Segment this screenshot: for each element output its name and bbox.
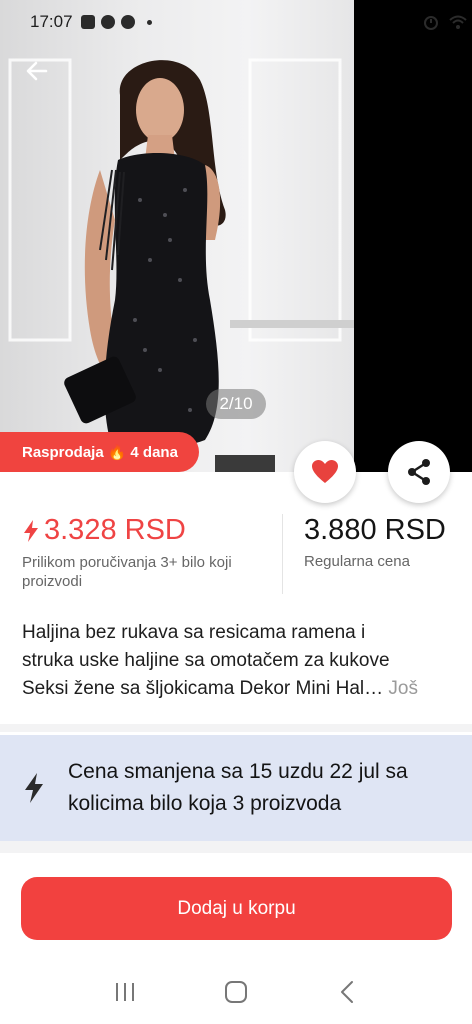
image-counter: 2/10 xyxy=(206,389,266,419)
chrome-icon-2 xyxy=(120,15,135,29)
share-button[interactable] xyxy=(388,441,450,503)
lightning-icon xyxy=(25,773,43,803)
product-title-line-last: Seksi žene sa šljokicama Dekor Mini Hal…… xyxy=(22,675,452,703)
product-gallery[interactable]: 17:07 2/10 Rasprodaja 🔥 4 dana xyxy=(0,0,472,472)
recents-button[interactable] xyxy=(105,972,145,1012)
image-letterbox xyxy=(354,0,472,472)
price-section: 3.328 RSD Prilikom poručivanja 3+ bilo k… xyxy=(0,510,472,600)
sale-price-row: 3.328 RSD xyxy=(22,514,272,547)
home-button[interactable] xyxy=(216,972,256,1012)
back-arrow-icon xyxy=(26,61,48,81)
status-bar: 17:07 xyxy=(0,0,354,44)
section-separator-2 xyxy=(0,841,472,853)
system-navigation-bar xyxy=(0,960,472,1024)
product-title-line: Haljina bez rukava sa resicama ramena i xyxy=(22,622,366,643)
product-title[interactable]: Haljina bez rukava sa resicama ramena i … xyxy=(22,619,452,703)
regular-price-label: Regularna cena xyxy=(304,553,410,570)
status-system-icons xyxy=(422,14,468,30)
sale-badge-days: 4 dana xyxy=(130,443,178,461)
sale-price: 3.328 RSD xyxy=(44,514,186,546)
product-title-line: struka uske haljine sa omotačem za kukov… xyxy=(22,650,390,671)
add-to-cart-button[interactable]: Dodaj u korpu xyxy=(21,877,452,940)
gallery-icon xyxy=(80,15,95,29)
back-button[interactable] xyxy=(22,56,52,86)
regular-price: 3.880 RSD xyxy=(304,514,446,546)
favorite-button[interactable] xyxy=(294,441,356,503)
back-nav-icon xyxy=(340,981,353,1003)
heart-icon xyxy=(312,460,338,483)
sale-badge: Rasprodaja 🔥 4 dana xyxy=(0,432,199,472)
home-icon xyxy=(224,981,247,1003)
regular-price-block: 3.880 RSD Regularna cena xyxy=(304,514,446,570)
lightning-price-icon xyxy=(24,519,38,542)
share-icon xyxy=(408,459,430,485)
recents-icon xyxy=(116,983,135,1001)
more-notifications-icon xyxy=(146,19,152,25)
alarm-icon xyxy=(424,16,438,30)
read-more-link[interactable]: Još xyxy=(388,678,418,699)
sale-price-block: 3.328 RSD Prilikom poručivanja 3+ bilo k… xyxy=(22,514,272,591)
status-notification-icons xyxy=(80,15,152,29)
price-divider xyxy=(282,514,283,594)
fire-icon: 🔥 xyxy=(107,444,127,461)
status-time: 17:07 xyxy=(30,12,73,31)
product-title-line-text: Seksi žene sa šljokicama Dekor Mini Hal… xyxy=(22,678,384,699)
section-separator xyxy=(0,724,472,732)
promo-icon-wrap xyxy=(0,772,68,804)
wifi-icon xyxy=(449,15,467,29)
sale-badge-label: Rasprodaja xyxy=(22,443,104,461)
promo-text: Cena smanjena sa 15 uzdu 22 jul sa kolic… xyxy=(68,760,408,815)
product-photo[interactable] xyxy=(0,0,354,472)
system-back-button[interactable] xyxy=(327,972,367,1012)
chrome-icon xyxy=(100,15,115,29)
promo-banner: Cena smanjena sa 15 uzdu 22 jul sa kolic… xyxy=(0,735,472,841)
sale-price-note: Prilikom poručivanja 3+ bilo koji proizv… xyxy=(22,554,232,590)
